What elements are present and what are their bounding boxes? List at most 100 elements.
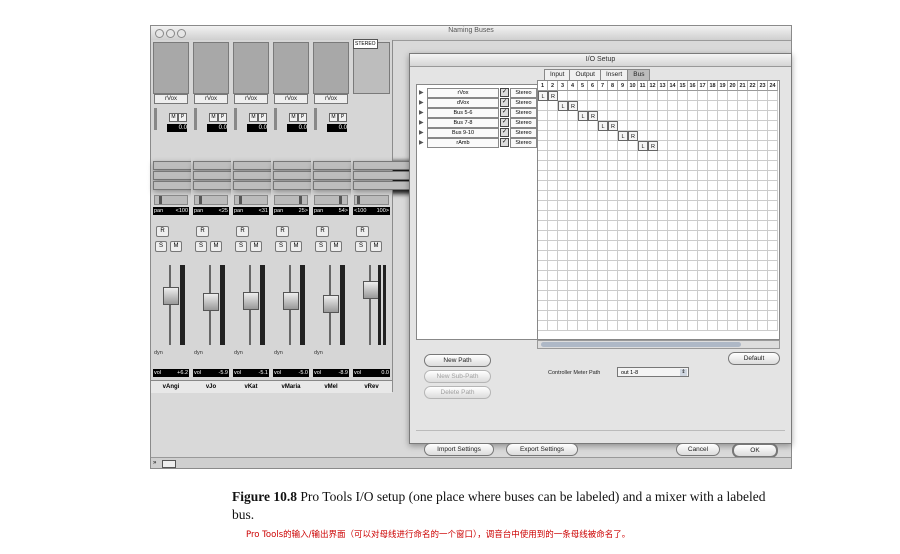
grid-cell[interactable] (538, 131, 548, 141)
grid-cell[interactable] (698, 101, 708, 111)
grid-cell[interactable] (668, 281, 678, 291)
grid-cell[interactable] (558, 131, 568, 141)
grid-cell[interactable] (678, 281, 688, 291)
grid-cell[interactable] (538, 161, 548, 171)
expand-icon[interactable]: » (153, 458, 156, 468)
solo-button[interactable]: S (275, 241, 287, 252)
grid-cell[interactable] (758, 181, 768, 191)
grid-cell[interactable] (648, 241, 658, 251)
grid-cell[interactable] (748, 271, 758, 281)
grid-cell[interactable] (558, 231, 568, 241)
grid-cell[interactable] (648, 261, 658, 271)
grid-cell[interactable] (758, 321, 768, 331)
grid-cell[interactable] (568, 211, 578, 221)
grid-cell[interactable] (608, 111, 618, 121)
grid-cell[interactable] (688, 321, 698, 331)
grid-cell[interactable] (648, 111, 658, 121)
volume-fader[interactable] (323, 295, 339, 314)
grid-cell[interactable] (768, 161, 778, 171)
grid-cell[interactable] (748, 151, 758, 161)
grid-cell[interactable] (658, 111, 668, 121)
grid-cell[interactable] (538, 141, 548, 151)
grid-cell[interactable] (568, 181, 578, 191)
grid-cell[interactable] (618, 311, 628, 321)
disclosure-triangle-icon[interactable]: ▶ (419, 89, 424, 96)
grid-cell[interactable] (618, 191, 628, 201)
grid-cell[interactable] (758, 121, 768, 131)
grid-cell[interactable] (698, 211, 708, 221)
grid-cell[interactable] (768, 181, 778, 191)
grid-cell[interactable] (598, 321, 608, 331)
solo-button[interactable]: S (155, 241, 167, 252)
grid-cell[interactable] (588, 171, 598, 181)
grid-cell[interactable] (578, 131, 588, 141)
p-button[interactable]: P (298, 113, 307, 122)
grid-cell[interactable] (568, 201, 578, 211)
grid-cell[interactable] (718, 191, 728, 201)
grid-cell[interactable] (658, 231, 668, 241)
grid-cell[interactable] (548, 221, 558, 231)
grid-cell[interactable] (728, 231, 738, 241)
grid-cell[interactable] (628, 151, 638, 161)
grid-cell[interactable] (568, 281, 578, 291)
grid-cell[interactable] (548, 211, 558, 221)
grid-cell[interactable] (548, 301, 558, 311)
grid-cell[interactable] (658, 131, 668, 141)
path-name[interactable]: Bus 9-10 (427, 128, 499, 138)
grid-cell[interactable] (678, 321, 688, 331)
grid-cell[interactable] (708, 191, 718, 201)
grid-cell[interactable] (688, 111, 698, 121)
grid-cell[interactable] (598, 221, 608, 231)
grid-cell[interactable] (658, 141, 668, 151)
grid-cell[interactable] (648, 201, 658, 211)
grid-cell[interactable] (668, 231, 678, 241)
grid-cell[interactable] (548, 131, 558, 141)
grid-cell[interactable] (758, 241, 768, 251)
grid-cell[interactable] (678, 241, 688, 251)
grid-cell[interactable] (658, 281, 668, 291)
grid-cell[interactable] (638, 311, 648, 321)
grid-cell[interactable] (678, 131, 688, 141)
grid-cell[interactable] (758, 201, 768, 211)
grid-cell[interactable] (588, 241, 598, 251)
volume-fader[interactable] (243, 292, 259, 311)
grid-cell[interactable] (688, 181, 698, 191)
grid-cell[interactable] (538, 321, 548, 331)
grid-cell[interactable] (548, 171, 558, 181)
grid-cell[interactable] (568, 151, 578, 161)
grid-cell[interactable] (678, 91, 688, 101)
grid-cell[interactable] (768, 131, 778, 141)
grid-cell[interactable] (648, 251, 658, 261)
grid-cell[interactable] (688, 301, 698, 311)
m-button[interactable]: M (249, 113, 258, 122)
grid-cell[interactable] (718, 111, 728, 121)
grid-cell[interactable] (638, 191, 648, 201)
grid-cell[interactable] (578, 301, 588, 311)
grid-cell[interactable] (758, 101, 768, 111)
grid-cell[interactable] (548, 141, 558, 151)
grid-cell[interactable] (558, 271, 568, 281)
grid-cell[interactable] (558, 181, 568, 191)
grid-cell[interactable] (688, 151, 698, 161)
grid-cell[interactable] (688, 311, 698, 321)
grid-cell[interactable] (768, 261, 778, 271)
grid-cell[interactable] (628, 181, 638, 191)
grid-cell[interactable] (688, 271, 698, 281)
grid-cell[interactable] (628, 311, 638, 321)
grid-cell[interactable] (748, 171, 758, 181)
grid-cell[interactable] (628, 161, 638, 171)
grid-cell[interactable] (688, 141, 698, 151)
disclosure-triangle-icon[interactable]: ▶ (419, 129, 424, 136)
new-path-button[interactable]: New Path (424, 354, 491, 367)
grid-cell[interactable] (568, 291, 578, 301)
grid-cell[interactable] (718, 181, 728, 191)
grid-cell[interactable] (588, 141, 598, 151)
path-format[interactable]: Stereo (510, 98, 537, 108)
grid-cell[interactable] (658, 311, 668, 321)
grid-cell[interactable] (648, 301, 658, 311)
grid-cell[interactable] (688, 291, 698, 301)
grid-cell[interactable] (628, 231, 638, 241)
grid-cell[interactable] (738, 271, 748, 281)
grid-cell[interactable] (718, 151, 728, 161)
grid-cell[interactable] (708, 211, 718, 221)
